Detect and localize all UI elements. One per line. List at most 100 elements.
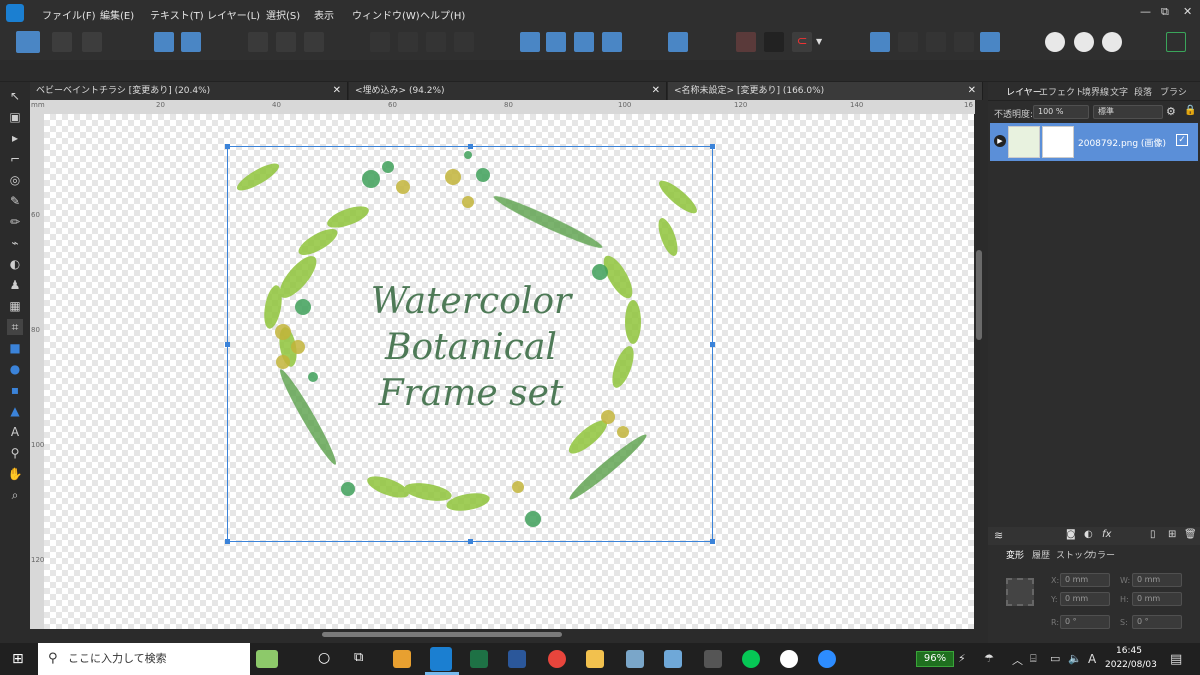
weather-icon[interactable]: ☂ — [984, 652, 994, 665]
battery-indicator[interactable]: 96% — [916, 651, 954, 667]
crop-tool-icon[interactable]: ⌗ — [7, 319, 23, 335]
resize-handle[interactable] — [710, 342, 715, 347]
menu-window[interactable]: ウィンドウ(W) — [352, 7, 420, 22]
network-icon[interactable]: ⌸ — [1030, 652, 1037, 666]
windows-start-icon[interactable]: ⊞ — [12, 651, 24, 667]
tab-character[interactable]: 文字 — [1110, 85, 1128, 98]
flip-horizontal-icon[interactable] — [520, 32, 540, 52]
rotation-field[interactable]: 0 ° — [1060, 615, 1110, 629]
layer-row-selected[interactable]: ▶ 2008792.png (画像) ✓ — [990, 123, 1198, 161]
selected-image[interactable]: Watercolor Botanical Frame set — [225, 144, 715, 544]
visibility-checkbox[interactable]: ✓ — [1176, 134, 1188, 146]
anchor-point-icon[interactable] — [1006, 578, 1034, 606]
boolean-subtract-icon[interactable] — [898, 32, 918, 52]
align-icon[interactable] — [668, 32, 688, 52]
sublime-text-icon[interactable] — [393, 650, 411, 668]
tab-brushes[interactable]: ブラシ — [1160, 85, 1187, 98]
close-icon[interactable]: ✕ — [652, 82, 660, 100]
tab-history[interactable]: 履歴 — [1032, 548, 1050, 561]
tab-paragraph[interactable]: 段落 — [1134, 85, 1152, 98]
ime-indicator[interactable]: A — [1088, 652, 1096, 666]
horizontal-scrollbar[interactable] — [30, 629, 983, 641]
tab-color[interactable]: カラー — [1088, 548, 1115, 561]
vertical-scrollbar[interactable] — [975, 100, 983, 629]
scroll-thumb[interactable] — [322, 632, 562, 637]
tab-embedded[interactable]: <埋め込み> (94.2%) ✕ — [349, 82, 667, 100]
move-tool-icon[interactable]: ↖ — [7, 88, 23, 104]
transparency-tool-icon[interactable]: ◎ — [7, 172, 23, 188]
resize-handle[interactable] — [225, 144, 230, 149]
restore-button[interactable]: ⧉ — [1161, 5, 1169, 19]
resize-handle[interactable] — [468, 539, 473, 544]
menu-file[interactable]: ファイル(F) — [42, 7, 96, 22]
resize-handle[interactable] — [468, 144, 473, 149]
boolean-add-icon[interactable] — [870, 32, 890, 52]
select-all-icon[interactable] — [248, 32, 268, 52]
grid-icon[interactable] — [736, 32, 756, 52]
taskbar-search-box[interactable]: ⚲ ここに入力して検索 — [38, 643, 278, 675]
close-icon[interactable]: ✕ — [968, 82, 976, 100]
picture-frame-tool-icon[interactable]: ▦ — [7, 298, 23, 314]
master-page-icon[interactable] — [181, 32, 201, 52]
scroll-thumb[interactable] — [976, 250, 982, 340]
menu-edit[interactable]: 編集(E) — [100, 7, 134, 22]
adjustment-icon[interactable]: ◐ — [1084, 529, 1093, 540]
arrange-backward-icon[interactable] — [398, 32, 418, 52]
battery-icon[interactable]: ▭ — [1050, 652, 1060, 665]
layers-stack-icon[interactable]: ≋ — [994, 529, 1003, 542]
mask-icon[interactable]: ◙ — [1066, 529, 1076, 540]
tab-stock[interactable]: ストック — [1056, 548, 1092, 561]
chrome-icon[interactable] — [548, 650, 566, 668]
app-icon[interactable] — [664, 650, 682, 668]
fill-tool-icon[interactable]: ◐ — [7, 256, 23, 272]
volume-icon[interactable]: 🔈 — [1068, 652, 1082, 665]
pen-tool-icon[interactable]: ✎ — [7, 193, 23, 209]
affinity-publisher-taskbar-icon[interactable] — [430, 647, 452, 671]
resize-handle[interactable] — [225, 539, 230, 544]
inkscape-icon[interactable] — [704, 650, 722, 668]
close-window-button[interactable]: ✕ — [1183, 5, 1192, 18]
line-icon[interactable] — [742, 650, 760, 668]
tab-untitled[interactable]: <名称未設定> [変更あり] (166.0%) ✕ — [668, 82, 983, 100]
menu-text[interactable]: テキスト(T) — [150, 7, 204, 22]
task-view-icon[interactable]: ⧉ — [354, 650, 363, 665]
rotate-right-icon[interactable] — [602, 32, 622, 52]
tab-baby-paint-flyer[interactable]: ベビーベイントチラシ [変更あり] (20.4%) ✕ — [30, 82, 348, 100]
flip-vertical-icon[interactable] — [546, 32, 566, 52]
select-invert-icon[interactable] — [304, 32, 324, 52]
chevron-up-icon[interactable]: ︿ — [1012, 652, 1023, 668]
itunes-icon[interactable] — [780, 650, 798, 668]
menu-layer[interactable]: レイヤー(L) — [207, 7, 260, 22]
lock-icon[interactable]: 🔒 — [1184, 105, 1196, 116]
rounded-rect-tool-icon[interactable]: ▪ — [7, 382, 23, 398]
arrange-back-icon[interactable] — [370, 32, 390, 52]
menu-help[interactable]: ヘルプ(H) — [420, 7, 465, 22]
ellipse-tool-icon[interactable]: ● — [7, 361, 23, 377]
brush-tool-icon[interactable]: ⌁ — [7, 235, 23, 251]
y-field[interactable]: 0 mm — [1060, 592, 1110, 606]
menu-select[interactable]: 選択(S) — [266, 7, 300, 22]
w-field[interactable]: 0 mm — [1132, 573, 1182, 587]
triangle-tool-icon[interactable]: ▲ — [7, 403, 23, 419]
hand-tool-icon[interactable]: ✋ — [7, 466, 23, 482]
node-tool-icon[interactable]: ▸ — [7, 130, 23, 146]
zoom-icon[interactable] — [818, 650, 836, 668]
pin-tool-icon[interactable]: ♟ — [7, 277, 23, 293]
corner-tool-icon[interactable]: ⌐ — [7, 151, 23, 167]
boolean-intersect-icon[interactable] — [926, 32, 946, 52]
group-icon[interactable]: ⊞ — [1168, 529, 1176, 540]
cortana-icon[interactable]: ○ — [318, 650, 330, 666]
expand-icon[interactable]: ▶ — [994, 135, 1006, 147]
rotate-left-icon[interactable] — [574, 32, 594, 52]
close-icon[interactable]: ✕ — [333, 82, 341, 100]
color-picker-tool-icon[interactable]: ⚲ — [7, 445, 23, 461]
pixel-persona-icon[interactable] — [52, 32, 72, 52]
menu-view[interactable]: 表示 — [314, 7, 334, 22]
paint-icon[interactable] — [626, 650, 644, 668]
preflight-icon[interactable] — [154, 32, 174, 52]
resize-handle[interactable] — [710, 144, 715, 149]
vertical-ruler[interactable]: 60 80 100 120 — [30, 114, 44, 629]
boolean-divide-icon[interactable] — [980, 32, 1000, 52]
tab-transform[interactable]: 変形 — [1006, 548, 1024, 561]
clock-date[interactable]: 2022/08/03 — [1105, 660, 1157, 670]
